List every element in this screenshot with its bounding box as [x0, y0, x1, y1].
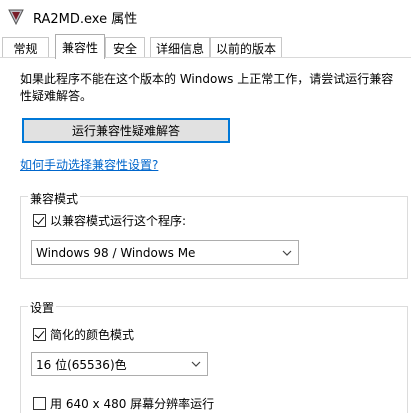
chevron-down-icon [282, 248, 292, 258]
chevron-down-icon [191, 359, 201, 369]
title-bar: RA2MD.exe 属性 [0, 0, 411, 34]
resolution-label: 用 640 x 480 屏幕分辨率运行 [50, 397, 215, 411]
manual-compat-link[interactable]: 如何手动选择兼容性设置? [20, 156, 158, 173]
run-troubleshooter-button[interactable]: 运行兼容性疑难解答 [22, 118, 230, 143]
tab-bar: 常规 兼容性 安全 详细信息 以前的版本 [0, 34, 411, 59]
compat-mode-group [20, 196, 408, 279]
reduced-color-checkbox-row[interactable]: 简化的颜色模式 [33, 326, 134, 343]
intro-text: 如果此程序不能在这个版本的 Windows 上正常工作，请尝试运行兼容性疑难解答… [20, 72, 394, 103]
compat-mode-checkbox[interactable] [33, 214, 46, 227]
app-icon [7, 8, 25, 26]
resolution-checkbox[interactable] [33, 397, 46, 410]
reduced-color-checkbox[interactable] [33, 328, 46, 341]
compat-mode-checkbox-label: 以兼容模式运行这个程序: [50, 214, 187, 228]
tab-previous-versions[interactable]: 以前的版本 [210, 37, 282, 58]
tab-compatibility[interactable]: 兼容性 [55, 34, 105, 59]
window-title: RA2MD.exe 属性 [33, 11, 138, 27]
settings-title: 设置 [28, 299, 57, 316]
os-select-value: Windows 98 / Windows Me [36, 245, 196, 260]
tab-security[interactable]: 安全 [105, 37, 145, 58]
tab-details[interactable]: 详细信息 [150, 37, 210, 58]
resolution-checkbox-row[interactable]: 用 640 x 480 屏幕分辨率运行 [33, 395, 214, 412]
reduced-color-label: 简化的颜色模式 [50, 328, 135, 342]
compat-mode-title: 兼容模式 [28, 190, 81, 207]
os-select[interactable]: Windows 98 / Windows Me [31, 240, 299, 265]
color-depth-value: 16 位(65536)色 [36, 357, 127, 372]
compat-mode-checkbox-row[interactable]: 以兼容模式运行这个程序: [33, 212, 186, 229]
tab-general[interactable]: 常规 [2, 37, 49, 58]
color-depth-select[interactable]: 16 位(65536)色 [31, 352, 208, 376]
